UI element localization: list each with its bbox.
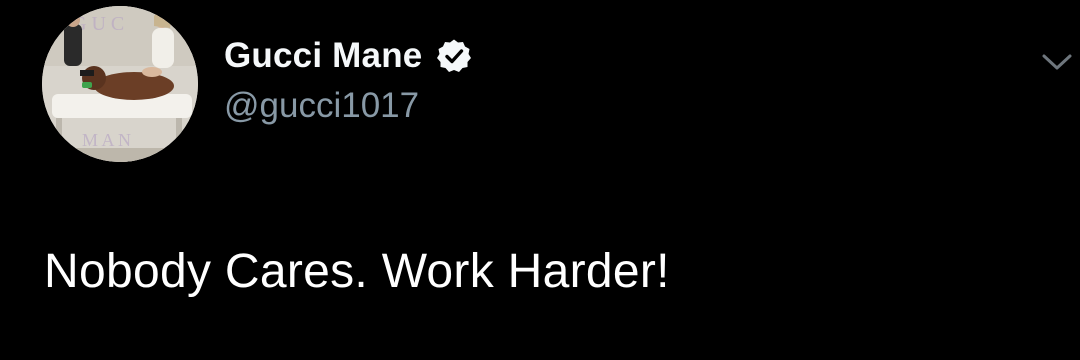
- avatar[interactable]: G U C M A N: [42, 6, 198, 162]
- author-row: Gucci Mane: [224, 34, 472, 78]
- tweet-text: Nobody Cares. Work Harder!: [44, 245, 670, 298]
- verified-badge-icon: [436, 38, 472, 74]
- handle[interactable]: @gucci1017: [224, 86, 419, 126]
- tweet-card: G U C M A N Gucci Mane @gucci1017 Nobody…: [0, 0, 1080, 360]
- chevron-down-icon[interactable]: [1040, 50, 1074, 74]
- avatar-image: G U C M A N: [42, 6, 198, 162]
- display-name[interactable]: Gucci Mane: [224, 36, 422, 76]
- svg-text:M A N: M A N: [82, 130, 131, 150]
